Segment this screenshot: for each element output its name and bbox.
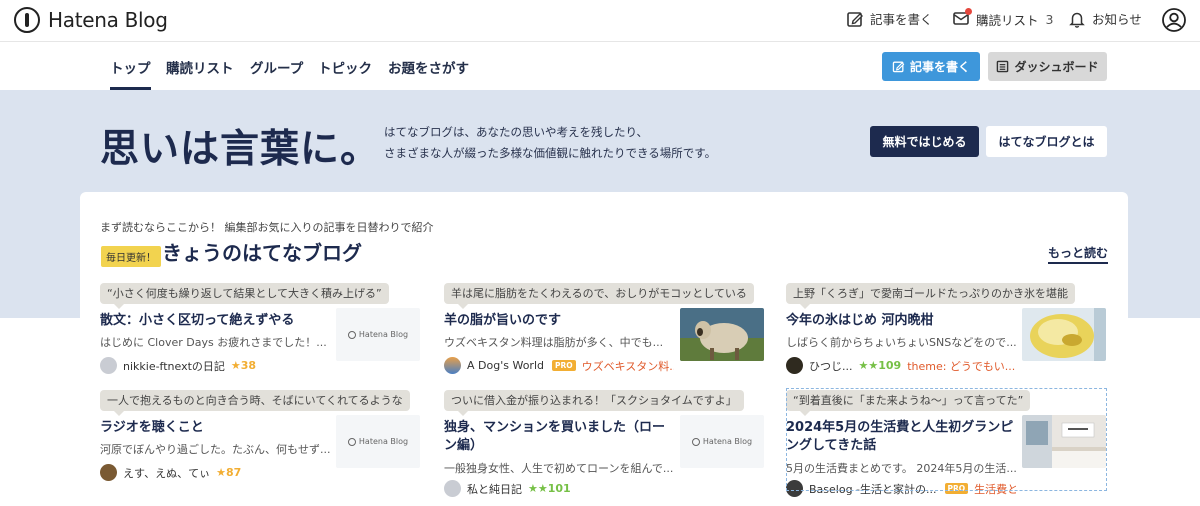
hatena-mini-icon	[347, 437, 356, 446]
daily-update-badge: 毎日更新！	[101, 246, 161, 267]
placeholder-label: Hatena Blog	[358, 437, 409, 446]
entry-thumbnail-placeholder[interactable]: Hatena Blog	[336, 415, 420, 468]
dashboard-label: ダッシュボード	[1014, 60, 1099, 74]
header-write-link[interactable]: 記事を書く	[846, 9, 933, 28]
logo-text: Hatena Blog	[48, 8, 168, 32]
blog-name[interactable]: えす、えぬ、てぃ	[123, 465, 210, 481]
entry-title[interactable]: 散文：小さく区切って絶えずやる	[100, 312, 330, 330]
entry-title[interactable]: 羊の脂が旨いのです	[444, 312, 674, 330]
start-free-button[interactable]: 無料ではじめる	[870, 126, 979, 157]
header-write-label: 記事を書く	[870, 12, 933, 27]
write-article-label: 記事を書く	[909, 60, 970, 74]
unread-dot-icon	[965, 8, 972, 15]
tab-reading-list[interactable]: 購読リスト	[166, 57, 234, 77]
pro-badge: PRO	[551, 360, 576, 371]
entry-category[interactable]: theme: どうでもい...	[907, 358, 1015, 374]
entry-excerpt: はじめに Clover Days お疲れさまでした！...	[100, 336, 327, 349]
entry-quote: “小さく何度も繰り返して結果として大きく積み上げる”	[100, 283, 389, 309]
entry-card[interactable]: 羊は尾に脂肪をたくわえるので、おしりがモコッとしている 羊の脂が旨いのです ウズ…	[444, 283, 766, 379]
header-notifications-link[interactable]: お知らせ	[1068, 9, 1142, 28]
entry-quote: 羊は尾に脂肪をたくわえるので、おしりがモコッとしている	[444, 283, 754, 309]
reading-list-icon-wrap	[952, 8, 976, 30]
reading-list-count: 3	[1045, 12, 1054, 27]
entry-category[interactable]: ウズベキスタン料...	[582, 358, 674, 374]
hero-desc-line: さまざまな人が綴った多様な価値観に触れたりできる場所です。	[384, 146, 717, 160]
entry-meta: A Dog's World PRO ウズベキスタン料...	[444, 357, 674, 374]
entry-title[interactable]: 独身、マンションを買いました（ローン編）	[444, 419, 674, 455]
main-nav: トップ 購読リスト グループ トピック お題をさがす 記事を書く ダッシュボード	[0, 42, 1200, 90]
top-header: Hatena Blog 記事を書く 購読リスト 3 お知らせ	[0, 0, 1200, 42]
hatena-mini-icon	[347, 330, 356, 339]
section-title: きょうのはてなブログ	[162, 241, 362, 265]
header-notifications-label: お知らせ	[1092, 12, 1142, 27]
pencil-icon	[892, 61, 905, 73]
hero-desc-line: はてなブログは、あなたの思いや考えを残したり、	[384, 125, 649, 139]
user-avatar-icon[interactable]	[1162, 8, 1186, 32]
blog-name[interactable]: 私と純日記	[467, 481, 522, 497]
star-count: ★★109	[858, 359, 902, 372]
entry-thumbnail-placeholder[interactable]: Hatena Blog	[336, 308, 420, 361]
entry-excerpt: 一般独身女性、人生で初めてローンを組んで...	[444, 462, 674, 475]
focus-outline	[786, 388, 1107, 491]
dashboard-icon	[997, 60, 1009, 73]
entry-quote: 上野「くろぎ」で愛南ゴールドたっぷりのかき氷を堪能	[786, 283, 1075, 309]
header-reading-list-label: 購読リスト	[976, 13, 1039, 28]
entry-title[interactable]: ラジオを聴くこと	[100, 419, 330, 437]
entry-card[interactable]: ついに借入金が振り込まれる！「スクショタイムですよ」 独身、マンションを買いまし…	[444, 390, 766, 497]
entry-quote: 一人で抱えるものと向き合う時、そばにいてくれてるような	[100, 390, 410, 416]
shaved-ice-photo-thumbnail[interactable]	[1022, 308, 1106, 361]
blog-avatar[interactable]	[444, 480, 461, 497]
write-article-button[interactable]: 記事を書く	[882, 52, 980, 81]
site-logo[interactable]: Hatena Blog	[14, 7, 168, 33]
pencil-square-icon	[847, 11, 863, 27]
entry-excerpt: しばらく前からちょいちょいSNSなどをので...	[786, 336, 1016, 349]
blog-name[interactable]: nikkie-ftnextの日記	[123, 358, 225, 374]
blog-name[interactable]: A Dog's World	[467, 359, 544, 372]
hatena-logo-icon	[14, 7, 40, 33]
hero-title: 思いは言葉に。	[100, 127, 381, 172]
tab-top[interactable]: トップ	[110, 57, 151, 90]
entry-thumbnail-placeholder[interactable]: Hatena Blog	[680, 415, 764, 468]
star-count: ★★101	[528, 482, 571, 495]
entry-card[interactable]: 一人で抱えるものと向き合う時、そばにいてくれてるような ラジオを聴くこと 河原で…	[100, 390, 422, 486]
star-count: ★38	[230, 359, 257, 372]
section-intro: まず読むならここから！ 編集部お気に入りの記事を日替わりで紹介	[100, 221, 434, 234]
star-count: ★87	[216, 466, 242, 479]
blog-avatar[interactable]	[444, 357, 461, 374]
entry-meta: えす、えぬ、てぃ ★87	[100, 464, 330, 481]
hatena-mini-icon	[691, 437, 700, 446]
about-blog-button[interactable]: はてなブログとは	[986, 126, 1107, 157]
read-more-link[interactable]: もっと読む	[1048, 244, 1109, 264]
tab-find-themes[interactable]: お題をさがす	[388, 57, 469, 77]
dashboard-button[interactable]: ダッシュボード	[988, 52, 1107, 81]
entry-card[interactable]: “小さく何度も繰り返して結果として大きく積み上げる” 散文：小さく区切って絶えず…	[100, 283, 422, 379]
placeholder-label: Hatena Blog	[702, 437, 753, 446]
bell-icon	[1069, 12, 1085, 28]
entry-quote: ついに借入金が振り込まれる！「スクショタイムですよ」	[444, 390, 744, 416]
entry-meta: 私と純日記 ★★101	[444, 480, 674, 497]
entry-title[interactable]: 今年の氷はじめ 河内晩柑	[786, 312, 1016, 330]
entry-meta: nikkie-ftnextの日記 ★38	[100, 357, 330, 374]
entry-excerpt: 河原でぼんやり過ごした。たぶん、何もせず...	[100, 443, 330, 456]
blog-name[interactable]: ひつじ...	[809, 358, 853, 374]
entry-excerpt: ウズベキスタン料理は脂肪が多く、中でも...	[444, 336, 664, 349]
blog-avatar[interactable]	[786, 357, 803, 374]
header-reading-list-link[interactable]: 購読リスト 3	[952, 8, 1054, 30]
blog-avatar[interactable]	[100, 464, 117, 481]
entry-meta: ひつじ... ★★109 theme: どうでもい...	[786, 357, 1016, 374]
hero-description: はてなブログは、あなたの思いや考えを残したり、 さまざまな人が綴った多様な価値観…	[384, 122, 716, 164]
blog-avatar[interactable]	[100, 357, 117, 374]
entry-card[interactable]: 上野「くろぎ」で愛南ゴールドたっぷりのかき氷を堪能 今年の氷はじめ 河内晩柑 し…	[786, 283, 1108, 379]
sheep-photo-thumbnail[interactable]	[680, 308, 764, 361]
tab-topics[interactable]: トピック	[318, 57, 372, 77]
placeholder-label: Hatena Blog	[358, 330, 409, 339]
tab-groups[interactable]: グループ	[250, 57, 303, 77]
